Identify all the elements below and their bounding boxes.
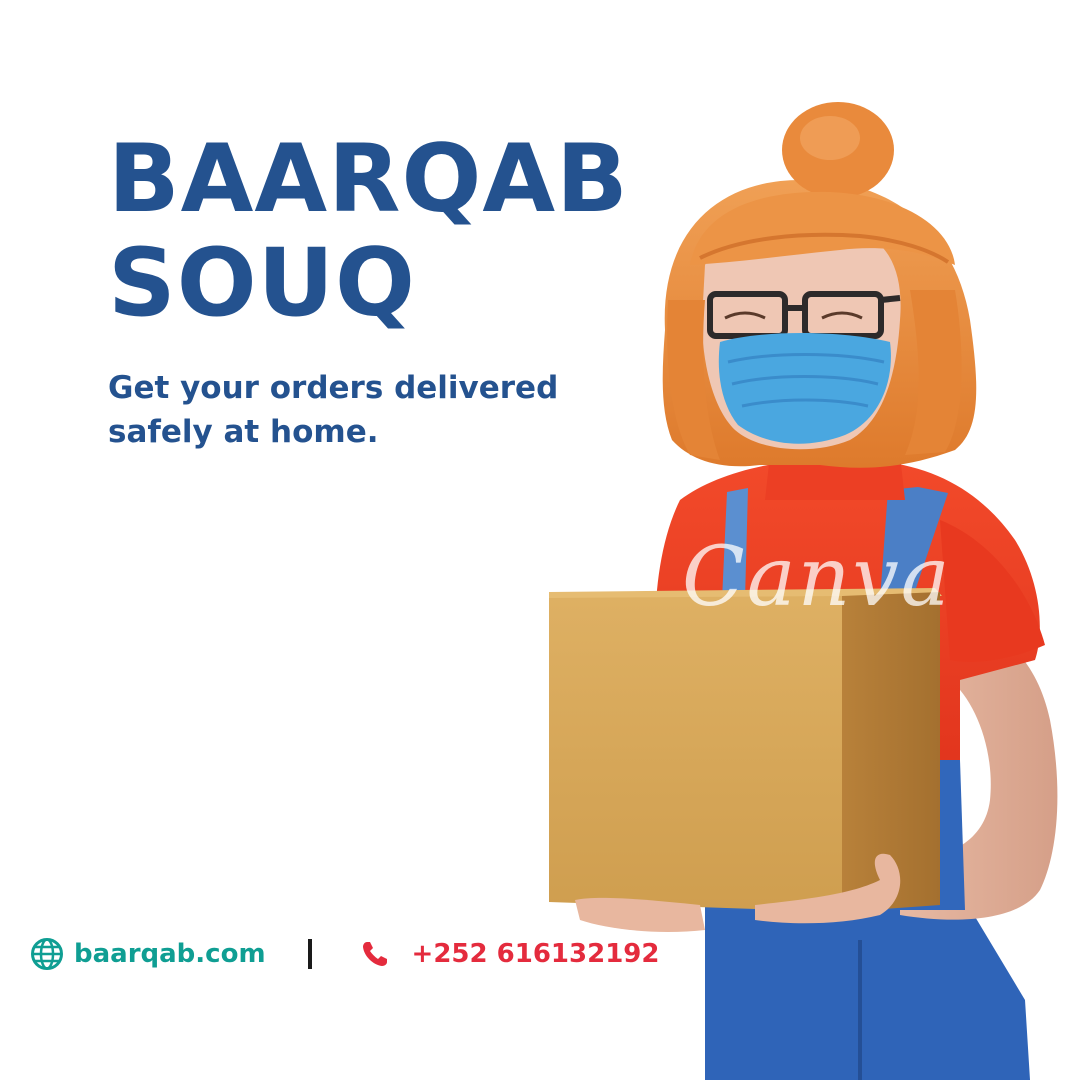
- canva-watermark: Canva: [682, 530, 952, 625]
- website-link[interactable]: baarqab.com: [74, 939, 266, 969]
- phone-icon: [362, 942, 387, 966]
- tagline: Get your orders delivered safely at home…: [108, 366, 578, 454]
- tagline-line-2: safely at home.: [108, 414, 379, 450]
- promo-poster: BAARQAB SOUQ Get your orders delivered s…: [0, 0, 1080, 1080]
- footer-divider: [307, 939, 312, 969]
- package-box: [549, 596, 842, 912]
- tagline-line-1: Get your orders delivered: [108, 370, 559, 406]
- phone-number[interactable]: +252 616132192: [412, 939, 660, 969]
- overalls-legs: [705, 900, 1030, 1080]
- globe-icon: [31, 938, 63, 970]
- contact-bar: baarqab.com +252 616132192: [30, 930, 659, 978]
